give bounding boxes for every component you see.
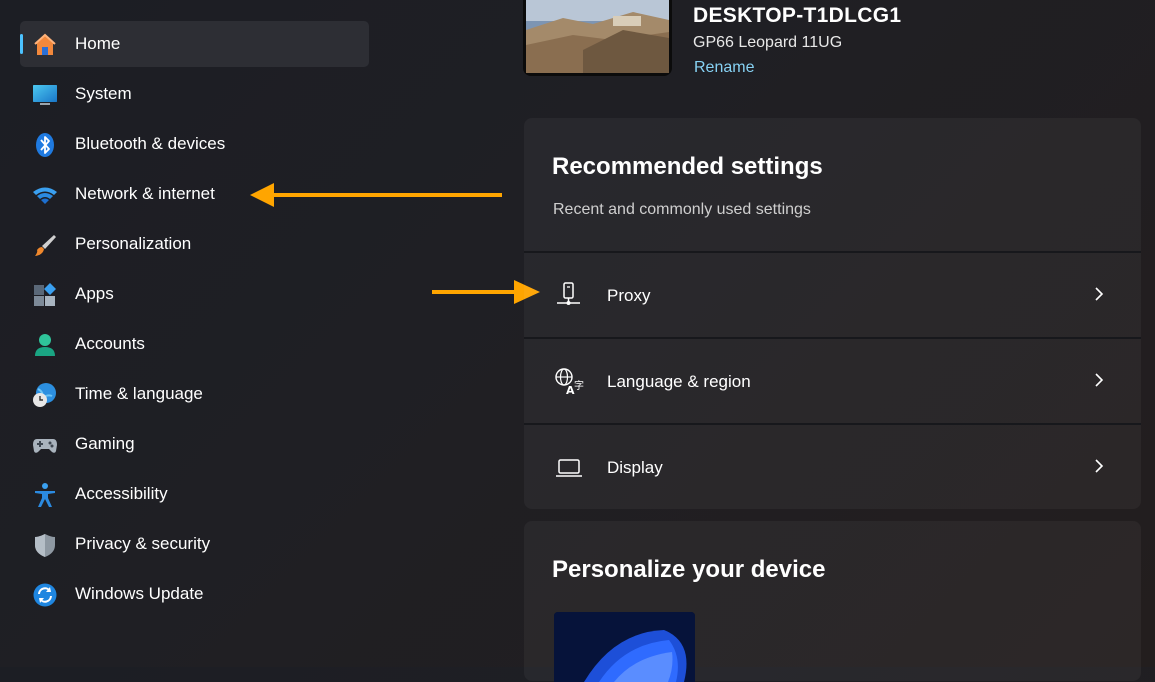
recommended-row-proxy[interactable]: Proxy (524, 251, 1141, 337)
sidebar-item-label: Personalization (75, 234, 192, 253)
laptop-icon (554, 453, 584, 483)
account-icon (32, 332, 58, 358)
sidebar-item-label: Apps (75, 284, 114, 303)
sidebar-item-bluetooth[interactable]: Bluetooth & devices (20, 121, 369, 167)
sidebar-item-label: Time & language (75, 384, 203, 403)
sidebar-item-label: Privacy & security (75, 534, 211, 553)
chevron-right-icon (1093, 458, 1105, 474)
bluetooth-icon (32, 132, 58, 158)
rename-link[interactable]: Rename (694, 59, 754, 77)
active-indicator (20, 34, 23, 54)
recommended-row-display[interactable]: Display (524, 423, 1141, 509)
svg-text:字: 字 (574, 379, 584, 392)
device-name: DESKTOP-T1DLCG1 (693, 4, 902, 27)
sidebar-item-system[interactable]: System (20, 71, 369, 117)
sidebar-item-privacy[interactable]: Privacy & security (20, 521, 369, 567)
chevron-right-icon (1093, 372, 1105, 388)
globe-clock-icon (32, 382, 58, 408)
sidebar-item-label: Network & internet (75, 184, 215, 203)
home-icon (32, 32, 58, 58)
sidebar-item-label: Windows Update (75, 584, 204, 603)
update-icon (32, 582, 58, 608)
sidebar-item-windows-update[interactable]: Windows Update (20, 571, 369, 617)
sidebar-item-home[interactable]: Home (20, 21, 369, 67)
row-label: Proxy (607, 286, 651, 305)
device-model: GP66 Leopard 11UG (693, 34, 843, 51)
sidebar-item-label: Accessibility (75, 484, 168, 503)
personalize-card: Personalize your device (524, 521, 1141, 682)
sidebar-item-label: Accounts (75, 334, 145, 353)
card-title: Recommended settings (552, 153, 823, 180)
sidebar-item-label: Bluetooth & devices (75, 134, 226, 153)
shield-icon (32, 532, 58, 558)
device-wallpaper-thumbnail (523, 0, 672, 76)
row-label: Language & region (607, 372, 751, 391)
sidebar-item-accessibility[interactable]: Accessibility (20, 471, 369, 517)
chevron-right-icon (1093, 286, 1105, 302)
card-subtitle: Recent and commonly used settings (553, 201, 811, 218)
recommended-settings-card: Recommended settings Recent and commonly… (524, 118, 1141, 509)
row-label: Display (607, 458, 663, 477)
wifi-icon (32, 182, 58, 208)
sidebar-item-gaming[interactable]: Gaming (20, 421, 369, 467)
sidebar-item-label: Home (75, 34, 121, 53)
sidebar-nav: Home System Bluetooth & devices Network … (0, 0, 400, 667)
recommended-row-language-region[interactable]: A 字 Language & region (524, 337, 1141, 423)
sidebar-item-label: System (75, 84, 132, 103)
brush-icon (32, 232, 58, 258)
sidebar-item-personalization[interactable]: Personalization (20, 221, 369, 267)
language-icon: A 字 (554, 367, 584, 397)
gamepad-icon (32, 432, 58, 458)
card-title: Personalize your device (552, 556, 826, 583)
annotation-arrow-left (250, 183, 502, 207)
wallpaper-thumbnail[interactable] (554, 612, 695, 682)
accessibility-icon (32, 482, 58, 508)
proxy-icon (554, 281, 584, 311)
apps-icon (32, 282, 58, 308)
sidebar-item-label: Gaming (75, 434, 135, 453)
sidebar-item-time-language[interactable]: Time & language (20, 371, 369, 417)
sidebar-item-accounts[interactable]: Accounts (20, 321, 369, 367)
system-icon (32, 82, 58, 108)
sidebar-item-apps[interactable]: Apps (20, 271, 369, 317)
